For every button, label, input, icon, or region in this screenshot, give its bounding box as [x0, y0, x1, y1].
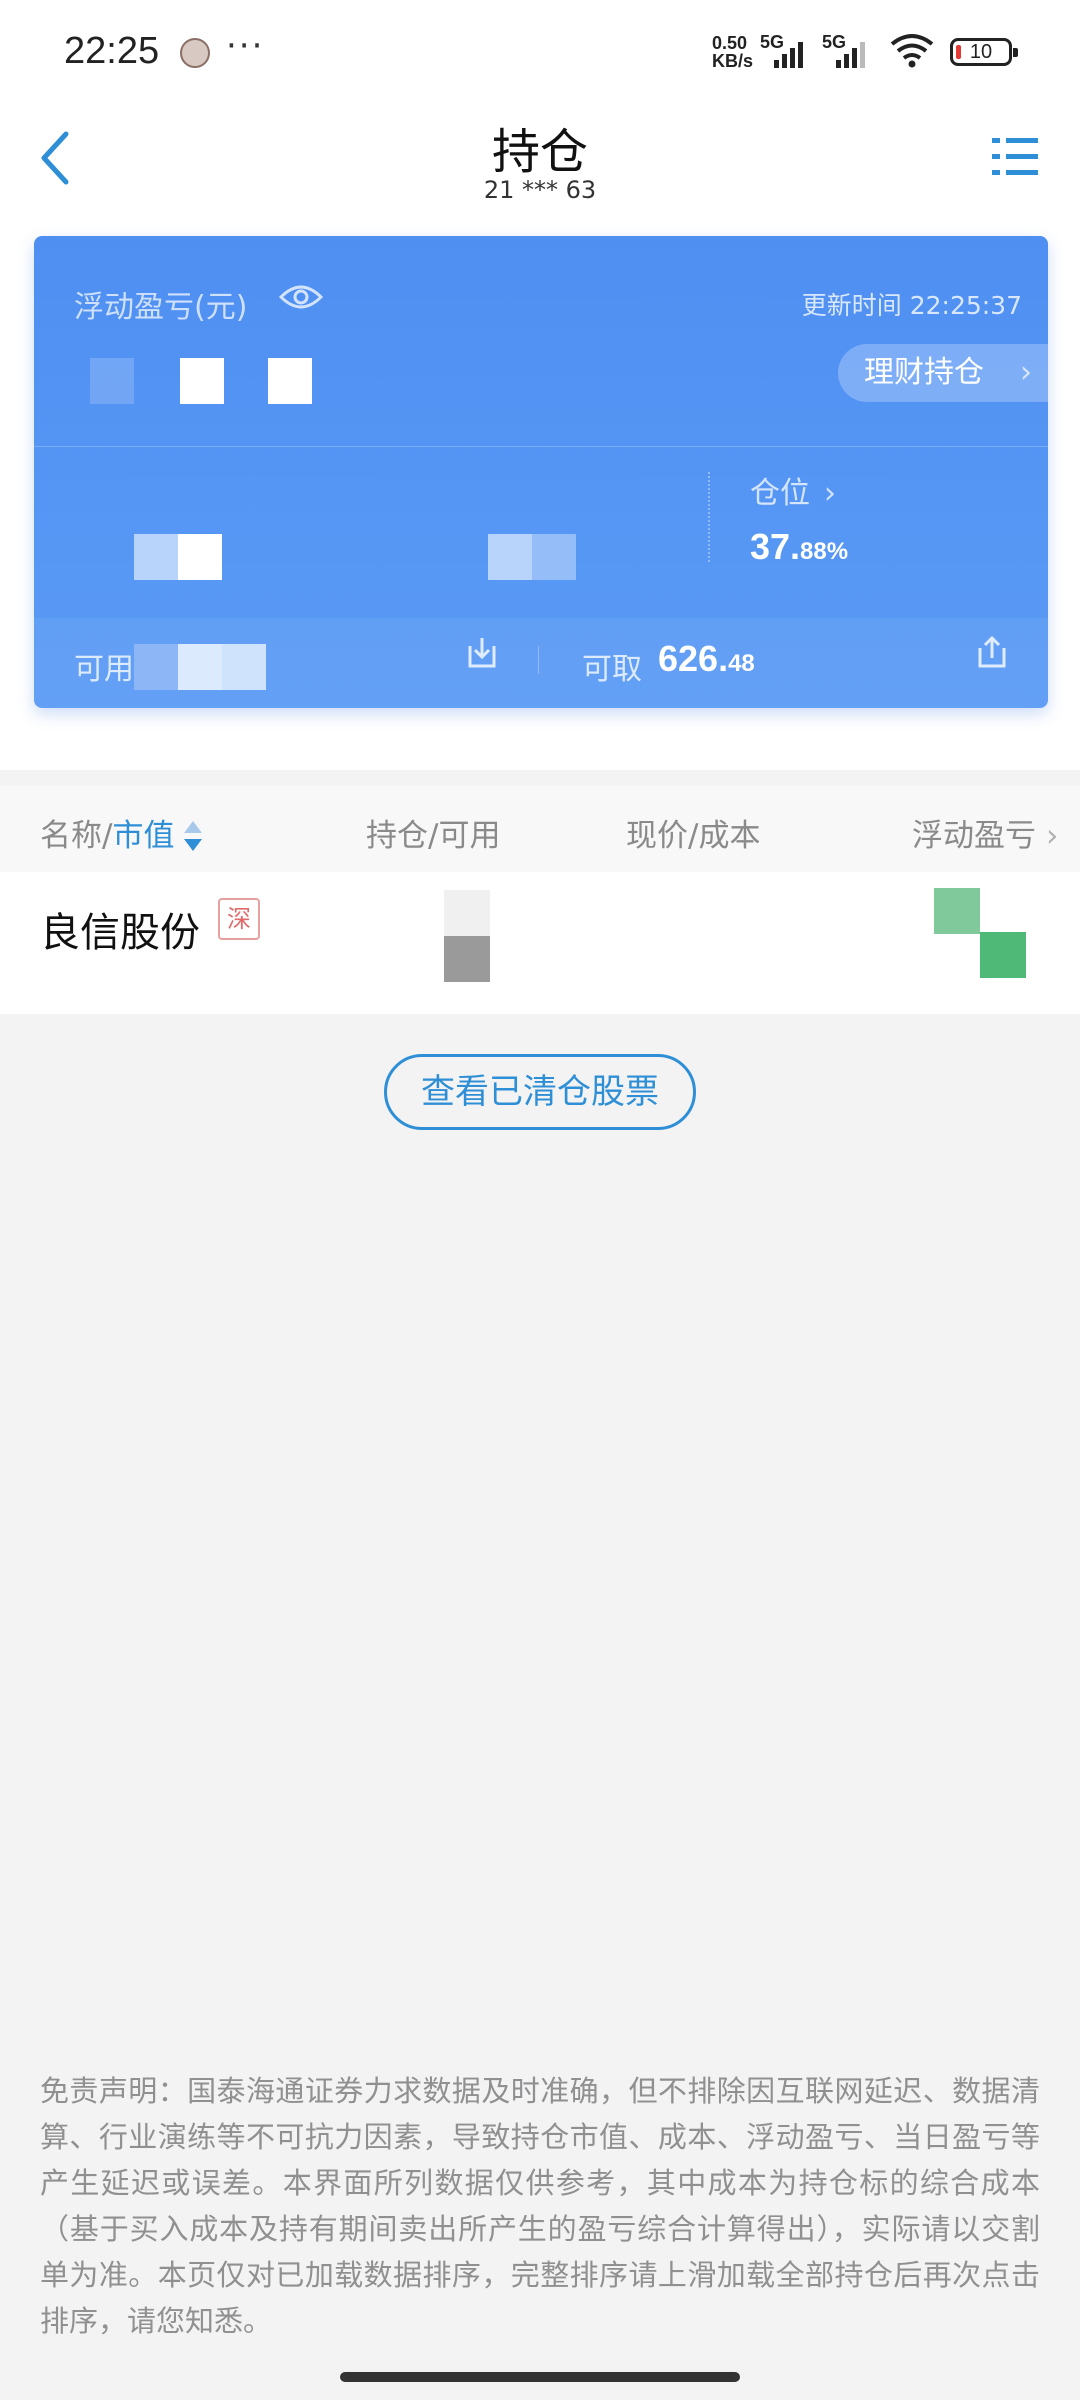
column-holding-available[interactable]: 持仓/可用	[366, 810, 500, 855]
network-speed-value: 0.50	[712, 33, 748, 53]
withdraw-value-int: 626.	[658, 638, 729, 679]
chevron-right-icon: ›	[1020, 355, 1032, 390]
column-name-label: 名称/	[40, 818, 113, 854]
masked-value	[268, 358, 312, 404]
column-price-cost[interactable]: 现价/成本	[626, 810, 760, 855]
wealth-holdings-label: 理财持仓	[864, 355, 984, 390]
update-time: 更新时间 22:25:37	[801, 291, 1022, 320]
market-tag: 深	[218, 898, 260, 940]
masked-value	[90, 358, 134, 404]
masked-value	[444, 936, 490, 982]
page-title: 持仓	[491, 124, 588, 180]
position-label: 仓位	[750, 476, 810, 511]
signal-strength-2-icon: 5G	[822, 32, 882, 68]
home-indicator[interactable]	[340, 2372, 740, 2382]
account-number: 21 *** 63	[483, 176, 597, 204]
chevron-right-icon: ›	[824, 476, 836, 511]
column-floating-pnl[interactable]: 浮动盈亏 ›	[912, 810, 1058, 855]
stock-name: 良信股份	[40, 910, 200, 956]
position-value-int: 37.	[750, 526, 801, 567]
masked-value	[980, 932, 1026, 978]
masked-value	[934, 888, 980, 934]
app-header: 持仓 21 *** 63	[0, 100, 1080, 210]
column-market-value-label: 市值	[112, 818, 175, 854]
column-floating-pnl-label: 浮动盈亏	[912, 818, 1036, 854]
floating-pnl-label: 浮动盈亏(元)	[74, 290, 248, 325]
position-value-dec: 88%	[800, 538, 849, 565]
masked-value	[222, 644, 266, 690]
sort-icon[interactable]	[182, 820, 204, 855]
available-funds-label: 可用	[74, 652, 134, 687]
account-summary-card: 浮动盈亏(元) 更新时间 22:25:37 理财持仓 › 仓位 › 37.88% …	[34, 236, 1048, 708]
more-notifications-icon: ···	[226, 26, 265, 66]
table-row[interactable]: 良信股份 深	[0, 872, 1080, 1014]
signal-strength-icon: 5G	[760, 32, 812, 68]
signal-1-label: 5G	[760, 32, 785, 52]
status-bar: 22:25 ··· 0.50 KB/s 5G 5G 10	[0, 0, 1080, 100]
masked-value	[444, 890, 490, 936]
disclaimer-text: 免责声明：国泰海通证券力求数据及时准确，但不排除因互联网延迟、数据清算、行业演练…	[40, 2074, 1040, 2338]
battery-icon: 10	[950, 38, 1018, 66]
withdraw-value-dec: 48	[728, 650, 755, 677]
withdrawable-label: 可取	[582, 652, 642, 687]
eye-visibility-icon[interactable]	[278, 280, 324, 314]
masked-value	[178, 534, 222, 580]
footer-divider	[538, 646, 539, 674]
transfer-in-icon[interactable]	[464, 632, 500, 672]
holdings-table-header: 名称/市值 持仓/可用 现价/成本 浮动盈亏 ›	[0, 786, 1080, 872]
masked-value	[532, 534, 576, 580]
column-name-market-value[interactable]: 名称/市值	[40, 810, 204, 855]
view-cleared-stocks-button[interactable]: 查看已清仓股票	[384, 1054, 696, 1130]
position-ratio-value: 37.88%	[750, 526, 848, 568]
masked-value	[134, 534, 178, 580]
avatar-icon	[180, 38, 210, 68]
withdrawable-value: 626.48	[658, 638, 755, 680]
position-ratio-link[interactable]: 仓位 ›	[750, 468, 836, 512]
network-speed-unit: KB/s	[712, 51, 754, 71]
chevron-right-icon: ›	[1046, 818, 1059, 854]
signal-2-label: 5G	[822, 32, 847, 52]
status-time: 22:25	[64, 30, 160, 72]
transfer-out-icon[interactable]	[974, 632, 1010, 672]
network-speed: 0.50 KB/s	[712, 34, 753, 70]
wealth-holdings-button[interactable]: 理财持仓 ›	[838, 344, 1048, 402]
masked-value	[134, 644, 178, 690]
list-menu-icon[interactable]	[990, 134, 1040, 180]
column-divider	[708, 472, 710, 562]
card-divider	[34, 446, 1048, 447]
masked-value	[180, 358, 224, 404]
wifi-icon	[890, 34, 934, 68]
masked-value	[178, 644, 222, 690]
masked-value	[488, 534, 532, 580]
